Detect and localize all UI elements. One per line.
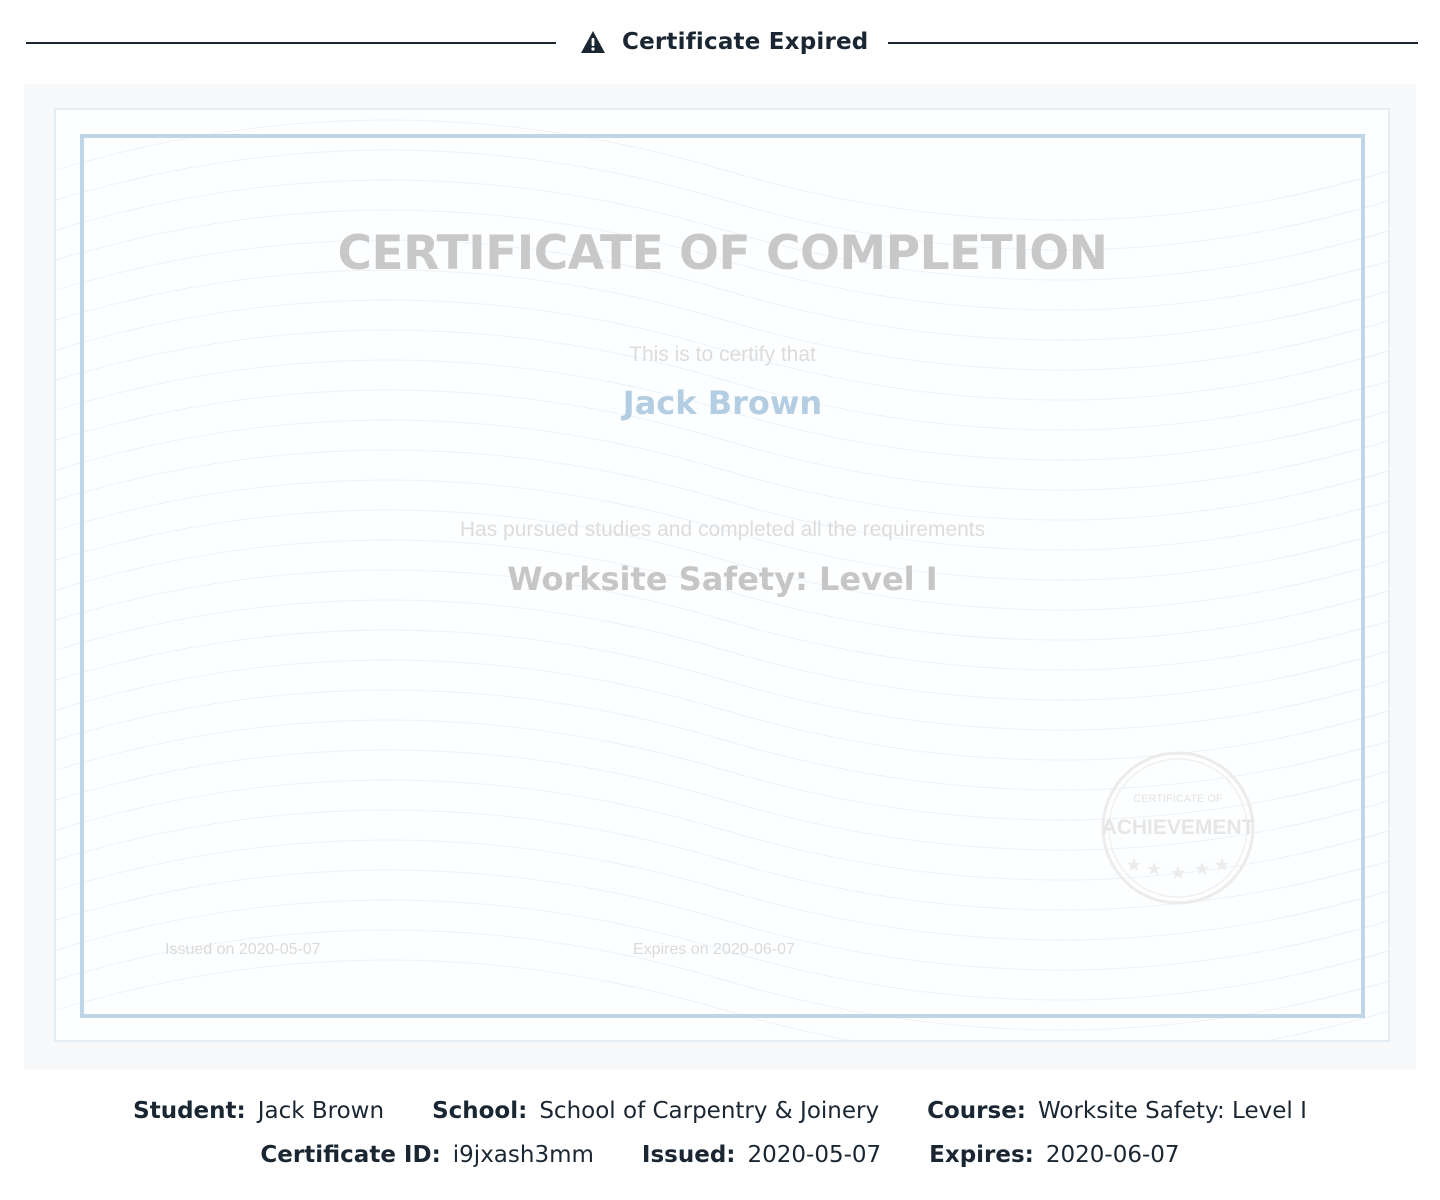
- seal-main-text: ACHIEVEMENT: [1102, 816, 1255, 839]
- details-row-1: Student: Jack Brown School: School of Ca…: [0, 1098, 1440, 1124]
- detail-value: 2020-06-07: [1045, 1142, 1180, 1168]
- detail-label: School:: [432, 1098, 528, 1124]
- detail-certificate-id: Certificate ID: i9jxash3mm: [260, 1142, 593, 1168]
- course-name: Worksite Safety: Level I: [507, 560, 938, 598]
- detail-value: 2020-05-07: [747, 1142, 882, 1168]
- details-row-2: Certificate ID: i9jxash3mm Issued: 2020-…: [0, 1142, 1440, 1168]
- detail-value: Worksite Safety: Level I: [1038, 1098, 1307, 1124]
- expired-banner: Certificate Expired: [0, 0, 1440, 84]
- detail-value: i9jxash3mm: [452, 1142, 594, 1168]
- banner-title: Certificate Expired: [622, 29, 869, 55]
- detail-label: Student:: [133, 1098, 246, 1124]
- expires-date-text: Expires on 2020-06-07: [633, 941, 795, 958]
- warning-icon: [581, 31, 605, 53]
- banner-heading: Certificate Expired: [580, 26, 868, 58]
- detail-label: Certificate ID:: [260, 1142, 441, 1168]
- recipient-name: Jack Brown: [622, 384, 823, 422]
- detail-label: Issued:: [641, 1142, 736, 1168]
- certificate-title: CERTIFICATE OF COMPLETION: [337, 226, 1108, 281]
- detail-expires: Expires: 2020-06-07: [929, 1142, 1179, 1168]
- issued-date-text: Issued on 2020-05-07: [165, 941, 321, 958]
- detail-value: School of Carpentry & Joinery: [539, 1098, 880, 1124]
- detail-label: Expires:: [929, 1142, 1034, 1168]
- certify-text: This is to certify that: [629, 343, 816, 366]
- detail-value: Jack Brown: [257, 1098, 385, 1124]
- detail-issued: Issued: 2020-05-07: [642, 1142, 881, 1168]
- detail-label: Course:: [927, 1098, 1026, 1124]
- banner-divider-left: [26, 42, 556, 44]
- detail-course: Course: Worksite Safety: Level I: [927, 1098, 1307, 1124]
- detail-school: School: School of Carpentry & Joinery: [432, 1098, 879, 1124]
- seal-top-text: CERTIFICATE OF: [1133, 793, 1223, 805]
- achievement-seal-icon: CERTIFICATE OF ACHIEVEMENT: [1101, 751, 1255, 905]
- detail-student: Student: Jack Brown: [133, 1098, 384, 1124]
- banner-divider-right: [888, 42, 1418, 44]
- pursued-text: Has pursued studies and completed all th…: [459, 518, 986, 541]
